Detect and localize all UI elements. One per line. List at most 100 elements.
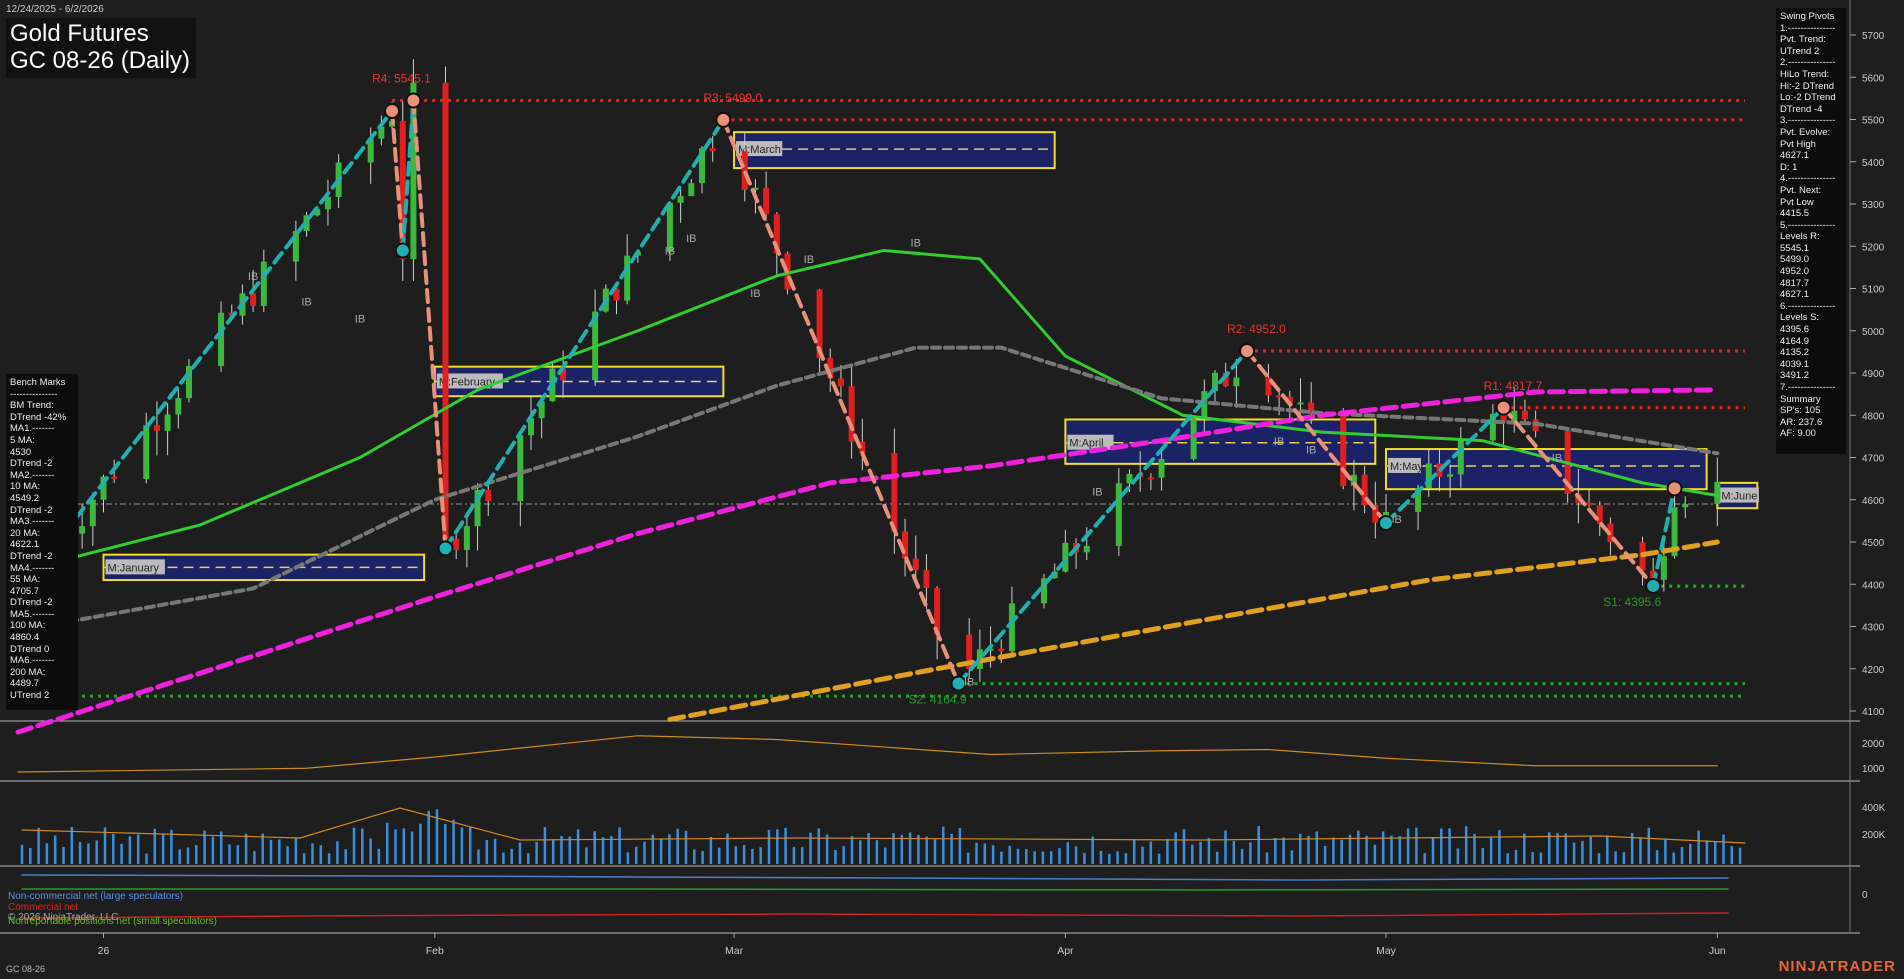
candle-body xyxy=(164,414,171,431)
pivot-swing-line xyxy=(443,117,726,551)
swing-line: Lo:-2 DTrend xyxy=(1780,92,1836,104)
footer-symbol: GC 08-26 xyxy=(6,964,46,974)
swing-line: DTrend -4 xyxy=(1780,103,1823,115)
monthly-box-label: M:June xyxy=(1721,491,1757,503)
swing-line: 4627.1 xyxy=(1780,150,1810,162)
ib-marker: IB xyxy=(301,296,311,308)
bench-line: 200 MA: xyxy=(10,666,46,678)
candle-body xyxy=(688,183,695,197)
oscillator-line xyxy=(17,735,1718,773)
ib-marker: IB xyxy=(665,246,675,258)
pivot-point xyxy=(394,242,411,259)
candle-body xyxy=(624,255,631,301)
swing-line: 4415.5 xyxy=(1780,208,1810,220)
volume-tick: 200K xyxy=(1862,830,1886,841)
date-range: 12/24/2025 - 6/2/2026 xyxy=(6,4,104,15)
candle-body xyxy=(891,453,898,532)
bench-line: 10 MA: xyxy=(10,481,41,493)
pivot-point xyxy=(1666,480,1683,497)
ib-marker: IB xyxy=(911,237,921,249)
bench-marks-panel: Bench Marks --------------- BM Trend: DTren… xyxy=(6,374,78,710)
bench-line: 4530 xyxy=(10,446,32,458)
swing-line: 3.--------------- xyxy=(1780,115,1836,127)
pivot-point xyxy=(437,540,454,557)
candle-body xyxy=(1586,502,1593,506)
swing-line: HiLo Trend: xyxy=(1780,68,1830,80)
y-tick-label: 5700 xyxy=(1862,31,1885,42)
swing-line: AR: 237.6 xyxy=(1780,416,1823,428)
resistance-label: R2: 4952.0 xyxy=(1227,322,1286,336)
candle-body xyxy=(763,187,770,215)
candle-body xyxy=(218,312,225,366)
candle-body xyxy=(1596,505,1603,524)
support-label: S1: 4395.6 xyxy=(1603,595,1661,609)
bench-line: UTrend 2 xyxy=(10,690,50,702)
pivot-point xyxy=(715,111,732,128)
resistance-label: R4: 5545.1 xyxy=(372,71,431,85)
ib-marker: IB xyxy=(355,313,365,325)
pivot-swing-line xyxy=(956,349,1250,686)
y-tick-label: 4100 xyxy=(1862,707,1885,718)
candle-body xyxy=(741,151,748,190)
moving-average-green xyxy=(16,248,1719,574)
swing-line: 5.--------------- xyxy=(1780,219,1836,231)
volume-average-line xyxy=(21,807,1746,844)
legend-noncommercial: Non-commercial net (large speculators) xyxy=(8,891,184,902)
y-tick-label: 4300 xyxy=(1862,623,1885,634)
ib-marker: IB xyxy=(1306,444,1316,456)
swing-line: Hi:-2 DTrend xyxy=(1780,80,1835,92)
swing-line: 4627.1 xyxy=(1780,289,1810,301)
swing-line: Swing Pivots xyxy=(1780,11,1835,22)
support-label: S2: 4164.9 xyxy=(909,693,967,707)
bench-line: 100 MA: xyxy=(10,620,46,632)
candle-body xyxy=(517,435,524,502)
ib-marker: IB xyxy=(686,233,696,245)
cot-nonreportable-line xyxy=(21,888,1729,891)
swing-line: SP's: 105 xyxy=(1780,405,1821,417)
swing-line: 4395.6 xyxy=(1780,324,1810,336)
swing-line: D: 1 xyxy=(1780,161,1798,173)
candle-body xyxy=(1660,556,1667,580)
bench-line: MA2.------- xyxy=(10,469,55,481)
swing-line: Pvt High xyxy=(1780,138,1816,150)
swing-line: Summary xyxy=(1780,393,1821,405)
candle-body xyxy=(677,196,684,203)
candle-body xyxy=(912,558,919,571)
candle-body xyxy=(1147,477,1154,480)
swing-line: 3491.2 xyxy=(1780,370,1810,382)
monthly-box-label: M:January xyxy=(108,562,160,574)
pivot-point xyxy=(1495,399,1512,416)
pivot-swing-line xyxy=(1501,405,1656,588)
x-tick-label: 26 xyxy=(98,945,110,957)
candle-body xyxy=(1297,402,1304,405)
swing-line: 4135.2 xyxy=(1780,347,1810,359)
price-chart[interactable]: 4100 4200 4300 4400 4500 4600 4700 4800 4900 5000… xyxy=(0,0,1904,979)
bench-line: --------------- xyxy=(10,388,58,400)
candle-body xyxy=(1190,419,1197,460)
candle-body xyxy=(1457,440,1464,475)
bench-line: 4489.7 xyxy=(10,678,40,690)
pivot-point xyxy=(384,103,401,120)
swing-line: AF: 9.00 xyxy=(1780,428,1816,440)
swing-line: 4.--------------- xyxy=(1780,173,1836,185)
candle-body xyxy=(1714,481,1721,504)
instrument-contract: GC 08-26 (Daily) xyxy=(10,47,191,74)
swing-pivots-panel: Swing Pivots 1.--------------- Pvt. Trend:… xyxy=(1776,8,1846,454)
pivot-swing-line xyxy=(411,98,448,551)
ib-marker: IB xyxy=(964,677,974,689)
y-tick-label: 4400 xyxy=(1862,580,1885,591)
cot-tick: 0 xyxy=(1862,890,1868,901)
swing-line: 5499.0 xyxy=(1780,254,1810,266)
candle-body xyxy=(666,202,673,252)
candle-body xyxy=(463,526,470,550)
candle-body xyxy=(848,386,855,442)
ninjatrader-logo: NINJATRADER xyxy=(1778,958,1896,975)
swing-line: 1.--------------- xyxy=(1780,22,1836,34)
cot-commercial-line xyxy=(21,912,1729,919)
candle-body xyxy=(1062,542,1069,572)
candle-body xyxy=(1158,459,1165,478)
chart-title-box: Gold Futures GC 08-26 (Daily) xyxy=(6,18,197,78)
swing-line: Levels R: xyxy=(1780,231,1820,243)
candle-body xyxy=(923,570,930,589)
x-tick-label: Mar xyxy=(725,945,744,957)
